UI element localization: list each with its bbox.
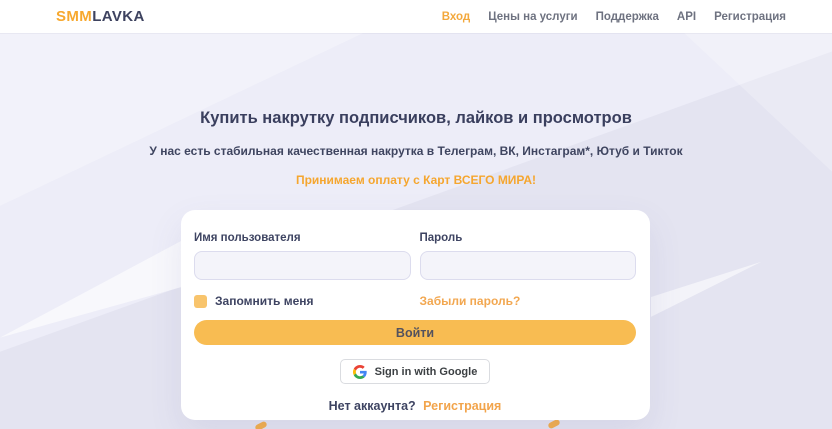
password-input[interactable] [420, 251, 637, 280]
remember-checkbox[interactable] [194, 295, 207, 308]
login-page: SMMLAVKA Вход Цены на услуги Поддержка A… [0, 0, 832, 429]
light-wedge-right [651, 258, 766, 320]
remember-label: Запомнить меня [215, 294, 314, 308]
hero-subtitle: У нас есть стабильная качественная накру… [0, 144, 832, 158]
register-link[interactable]: Регистрация [423, 399, 501, 413]
google-signin-button[interactable]: Sign in with Google [340, 359, 491, 384]
remember-me[interactable]: Запомнить меня [194, 294, 411, 308]
credentials-fields: Имя пользователя Пароль [194, 232, 636, 280]
password-label: Пароль [420, 232, 637, 244]
nav-item-register[interactable]: Регистрация [714, 11, 786, 23]
nav-item-prices[interactable]: Цены на услуги [488, 11, 577, 23]
top-bar: SMMLAVKA Вход Цены на услуги Поддержка A… [0, 0, 832, 33]
orange-deco-right [547, 419, 560, 429]
no-account-text: Нет аккаунта? [329, 399, 416, 413]
username-input[interactable] [194, 251, 411, 280]
logo-part-dark: LAVKA [92, 8, 145, 25]
forgot-password-link[interactable]: Забыли пароль? [420, 294, 637, 308]
main-nav: Вход Цены на услуги Поддержка API Регист… [442, 11, 786, 23]
login-button[interactable]: Войти [194, 320, 636, 345]
hero-section: Купить накрутку подписчиков, лайков и пр… [0, 33, 832, 187]
page-title: Купить накрутку подписчиков, лайков и пр… [0, 109, 832, 128]
hero-highlight: Принимаем оплату с Карт ВСЕГО МИРА! [0, 173, 832, 187]
login-card: Имя пользователя Пароль Запомнить меня З… [181, 210, 650, 420]
register-row: Нет аккаунта? Регистрация [194, 399, 636, 413]
nav-item-support[interactable]: Поддержка [596, 11, 659, 23]
orange-deco-left [254, 421, 267, 429]
logo-part-orange: SMM [56, 8, 92, 25]
nav-item-login[interactable]: Вход [442, 11, 470, 23]
google-signin-wrap: Sign in with Google [194, 359, 636, 384]
google-signin-label: Sign in with Google [375, 366, 478, 378]
username-field: Имя пользователя [194, 232, 411, 280]
username-label: Имя пользователя [194, 232, 411, 244]
nav-item-api[interactable]: API [677, 11, 696, 23]
google-g-icon [353, 365, 367, 379]
password-field: Пароль [420, 232, 637, 280]
options-row: Запомнить меня Забыли пароль? [194, 294, 636, 308]
logo[interactable]: SMMLAVKA [56, 8, 145, 25]
